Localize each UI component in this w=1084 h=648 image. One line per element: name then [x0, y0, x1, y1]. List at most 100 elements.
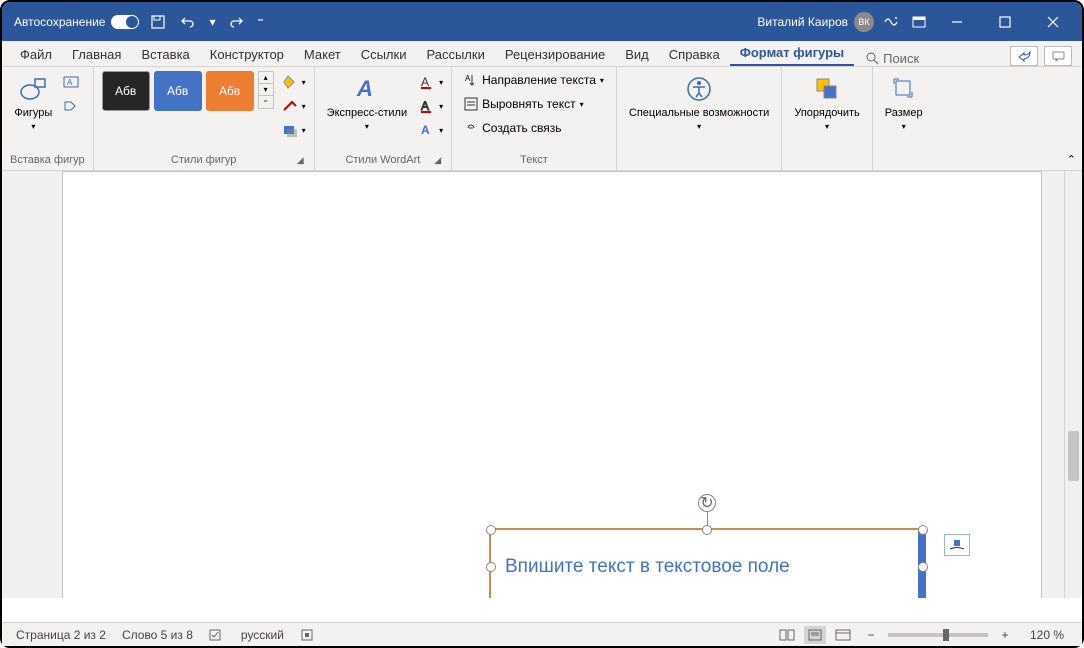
maximize-button[interactable] [984, 8, 1026, 36]
express-styles-button[interactable]: A Экспресс-стили ▾ [323, 71, 411, 134]
style-more[interactable]: ⁼ [259, 96, 273, 108]
vertical-scrollbar[interactable] [1064, 171, 1082, 598]
language-indicator[interactable]: русский [233, 628, 292, 642]
group-shape-styles: Абв Абв Абв ▴ ▾ ⁼ ▾ ▾ ▾ Стили фигур◢ [94, 67, 315, 170]
create-link-button[interactable]: Создать связь [460, 119, 608, 137]
save-icon[interactable] [147, 11, 169, 33]
dialog-launcher-icon[interactable]: ◢ [434, 155, 441, 166]
zoom-in-button[interactable]: + [994, 626, 1016, 644]
autosave-label: Автосохранение [14, 15, 105, 29]
share-button[interactable] [1010, 46, 1038, 66]
tab-insert[interactable]: Вставка [131, 43, 199, 66]
minimize-button[interactable] [936, 8, 978, 36]
web-layout-button[interactable] [832, 626, 854, 644]
spelling-icon[interactable] [201, 628, 233, 642]
svg-text:A: A [421, 123, 430, 137]
titlebar: Автосохранение ▾ ⁼ Виталий Каиров ВК [2, 2, 1082, 41]
tab-review[interactable]: Рецензирование [495, 43, 615, 66]
word-count[interactable]: Слово 5 из 8 [114, 628, 201, 642]
style-scroll-up[interactable]: ▴ [259, 72, 273, 84]
align-text-button[interactable]: Выровнять текст▾ [460, 95, 608, 113]
tab-references[interactable]: Ссылки [351, 43, 417, 66]
macro-icon[interactable] [292, 628, 322, 642]
group-text: AНаправление текста▾ Выровнять текст▾ Со… [452, 67, 617, 170]
undo-icon[interactable] [177, 11, 199, 33]
qat-customize-icon[interactable]: ⁼ [255, 11, 265, 33]
chevron-down-icon: ▾ [365, 122, 369, 132]
zoom-level[interactable]: 120 % [1022, 628, 1072, 642]
group-wordart-styles: A Экспресс-стили ▾ A▾ A▾ A▾ Стили WordAr… [315, 67, 452, 170]
layout-options-button[interactable] [944, 534, 970, 556]
tab-mailings[interactable]: Рассылки [416, 43, 494, 66]
tab-design[interactable]: Конструктор [200, 43, 294, 66]
svg-text:A: A [421, 99, 429, 113]
draw-textbox-button[interactable]: A [60, 71, 84, 93]
tab-home[interactable]: Главная [62, 43, 131, 66]
resize-handle[interactable] [918, 562, 928, 572]
ribbon: Фигуры ▾ A Вставка фигур Абв Абв Абв ▴ ▾… [2, 67, 1082, 171]
coming-soon-icon[interactable] [880, 11, 902, 33]
autosave-toggle[interactable]: Автосохранение [14, 15, 139, 29]
scrollbar-thumb[interactable] [1068, 431, 1079, 481]
group-label-insert-shapes: Вставка фигур [10, 152, 85, 168]
align-text-icon [464, 97, 478, 111]
shape-fill-button[interactable]: ▾ [282, 71, 306, 93]
tab-shape-format[interactable]: Формат фигуры [730, 41, 854, 66]
resize-handle[interactable] [486, 562, 496, 572]
style-scroll-down[interactable]: ▾ [259, 84, 273, 96]
group-arrange: Упорядочить ▾ [782, 67, 872, 170]
svg-text:A: A [421, 75, 429, 89]
arrange-button[interactable]: Упорядочить ▾ [790, 71, 863, 134]
resize-handle[interactable] [486, 525, 496, 535]
zoom-out-button[interactable]: − [860, 626, 882, 644]
dialog-launcher-icon[interactable]: ◢ [297, 155, 304, 166]
chevron-down-icon: ▾ [697, 122, 701, 132]
text-fill-button[interactable]: A▾ [419, 71, 443, 93]
user-name: Виталий Каиров [757, 15, 848, 29]
edit-shape-button[interactable] [60, 95, 84, 117]
tab-file[interactable]: Файл [10, 43, 62, 66]
document-area: Впишите текст в текстовое поле ↻ [2, 171, 1082, 598]
page-indicator[interactable]: Страница 2 из 2 [8, 628, 114, 642]
undo-dropdown-icon[interactable]: ▾ [207, 11, 217, 33]
ribbon-display-icon[interactable] [908, 11, 930, 33]
text-box-shape[interactable]: Впишите текст в текстовое поле ↻ [489, 528, 925, 598]
search-box[interactable]: Поиск [866, 51, 919, 66]
statusbar: Страница 2 из 2 Слово 5 из 8 русский − +… [2, 622, 1082, 646]
comments-button[interactable] [1044, 46, 1072, 66]
close-button[interactable] [1032, 8, 1074, 36]
resize-handle[interactable] [918, 525, 928, 535]
tab-layout[interactable]: Макет [294, 43, 351, 66]
tab-help[interactable]: Справка [659, 43, 730, 66]
resize-handle[interactable] [702, 525, 712, 535]
chevron-down-icon: ▾ [825, 122, 829, 132]
tab-view[interactable]: Вид [615, 43, 659, 66]
group-label-text: Текст [460, 152, 608, 168]
text-direction-button[interactable]: AНаправление текста▾ [460, 71, 608, 89]
print-layout-button[interactable] [804, 626, 826, 644]
user-avatar[interactable]: ВК [854, 12, 874, 32]
svg-text:A: A [356, 76, 373, 101]
group-accessibility: Специальные возможности ▾ [617, 67, 782, 170]
chevron-down-icon: ▾ [902, 122, 906, 132]
search-icon [866, 52, 879, 65]
shape-style-1[interactable]: Абв [102, 71, 150, 111]
size-button[interactable]: Размер ▾ [881, 71, 927, 134]
group-insert-shapes: Фигуры ▾ A Вставка фигур [2, 67, 94, 170]
text-effects-button[interactable]: A▾ [419, 119, 443, 141]
shape-outline-button[interactable]: ▾ [282, 95, 306, 117]
read-mode-button[interactable] [776, 626, 798, 644]
group-size: Размер ▾ [873, 67, 935, 170]
zoom-slider[interactable] [888, 633, 988, 637]
redo-icon[interactable] [225, 11, 247, 33]
shape-effects-button[interactable]: ▾ [282, 119, 306, 141]
shapes-button[interactable]: Фигуры ▾ [10, 71, 56, 134]
text-outline-button[interactable]: A▾ [419, 95, 443, 117]
shape-style-2[interactable]: Абв [154, 71, 202, 111]
group-label-wordart: Стили WordArt◢ [323, 152, 443, 168]
accessibility-button[interactable]: Специальные возможности ▾ [625, 71, 773, 134]
shape-style-3[interactable]: Абв [206, 71, 254, 111]
collapse-ribbon-icon[interactable]: ⌃ [1067, 153, 1076, 166]
textbox-content[interactable]: Впишите текст в текстовое поле [505, 556, 790, 578]
rotate-handle[interactable]: ↻ [698, 494, 716, 512]
